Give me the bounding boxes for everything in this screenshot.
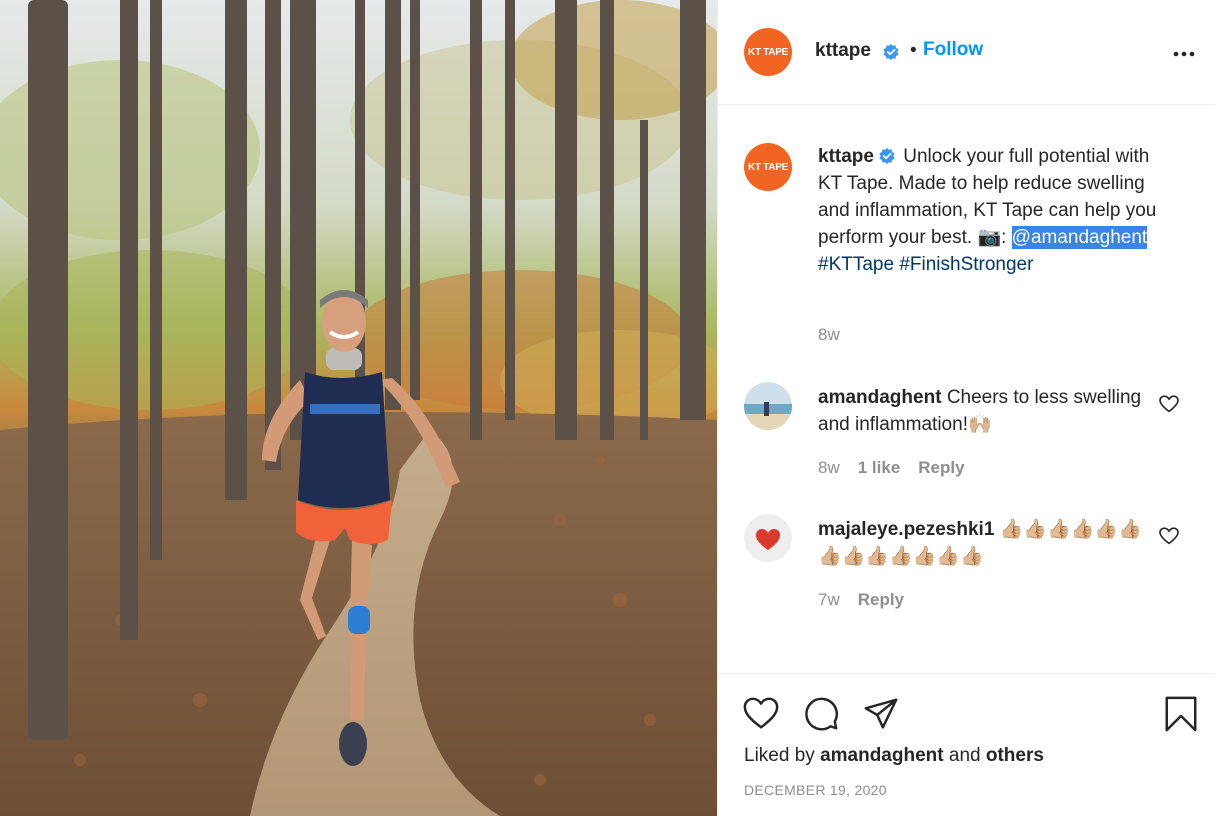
comment-meta: 7w Reply xyxy=(818,590,904,610)
verified-badge-icon xyxy=(879,147,895,165)
bookmark-icon[interactable] xyxy=(1162,695,1200,733)
post-actions: Liked by amandaghent and others DECEMBER… xyxy=(718,673,1215,816)
comment-timestamp[interactable]: 8w xyxy=(818,458,840,478)
avatar-logo-text: KT TAPE xyxy=(748,46,788,58)
commenter-username[interactable]: majaleye.pezeshki1 xyxy=(818,519,994,540)
avatar-heart-image xyxy=(744,514,792,562)
reply-button[interactable]: Reply xyxy=(918,458,964,478)
liked-by-others[interactable]: others xyxy=(986,745,1044,766)
comment-body: majaleye.pezeshki1 👍🏼👍🏼👍🏼👍🏼👍🏼👍🏼👍🏼👍🏼👍🏼👍🏼👍… xyxy=(818,516,1148,570)
hashtag-link[interactable]: #KTTape xyxy=(818,254,894,275)
paper-plane-icon[interactable] xyxy=(862,695,900,733)
post-header: KT TAPE kttape • Follow xyxy=(718,0,1215,105)
comment-timestamp[interactable]: 7w xyxy=(818,590,840,610)
more-options-icon[interactable] xyxy=(1172,50,1196,58)
avatar-beach-image xyxy=(744,382,792,430)
author-avatar[interactable]: KT TAPE xyxy=(744,28,792,76)
avatar-logo-text: KT TAPE xyxy=(748,161,788,173)
liked-by-conj: and xyxy=(948,745,981,766)
follow-button[interactable]: Follow xyxy=(923,39,983,61)
caption-mention-link[interactable]: @amandaghent xyxy=(1011,226,1148,249)
liked-by-user[interactable]: amandaghent xyxy=(820,745,944,766)
header-separator: • xyxy=(910,40,917,61)
post-details-panel: KT TAPE kttape • Follow KT TAPE kttape U… xyxy=(717,0,1215,816)
trail-runner-photo xyxy=(0,0,717,816)
comment-heart-icon[interactable] xyxy=(1159,527,1179,545)
author-username[interactable]: kttape xyxy=(815,40,871,62)
comment-heart-icon[interactable] xyxy=(1159,395,1179,413)
post-photo[interactable] xyxy=(0,0,717,816)
comment-meta: 8w 1 like Reply xyxy=(818,458,965,478)
post-caption: kttape Unlock your full potential with K… xyxy=(818,143,1163,278)
verified-badge-icon xyxy=(883,43,899,61)
liked-by-prefix: Liked by xyxy=(744,745,815,766)
heart-icon[interactable] xyxy=(742,695,780,733)
commenter-username[interactable]: amandaghent xyxy=(818,387,942,408)
post-date[interactable]: DECEMBER 19, 2020 xyxy=(744,782,887,798)
commenter-avatar[interactable] xyxy=(744,382,792,430)
caption-author-avatar[interactable]: KT TAPE xyxy=(744,143,792,191)
reply-button[interactable]: Reply xyxy=(858,590,904,610)
liked-by-summary: Liked by amandaghent and others xyxy=(744,745,1044,767)
hashtag-link[interactable]: #FinishStronger xyxy=(899,254,1033,275)
comment-like-count[interactable]: 1 like xyxy=(858,458,901,478)
caption-author-username[interactable]: kttape xyxy=(818,146,874,167)
comment-bubble-icon[interactable] xyxy=(802,695,840,733)
commenter-avatar[interactable] xyxy=(744,514,792,562)
caption-timestamp[interactable]: 8w xyxy=(818,325,840,345)
comment-body: amandaghent Cheers to less swelling and … xyxy=(818,384,1148,438)
